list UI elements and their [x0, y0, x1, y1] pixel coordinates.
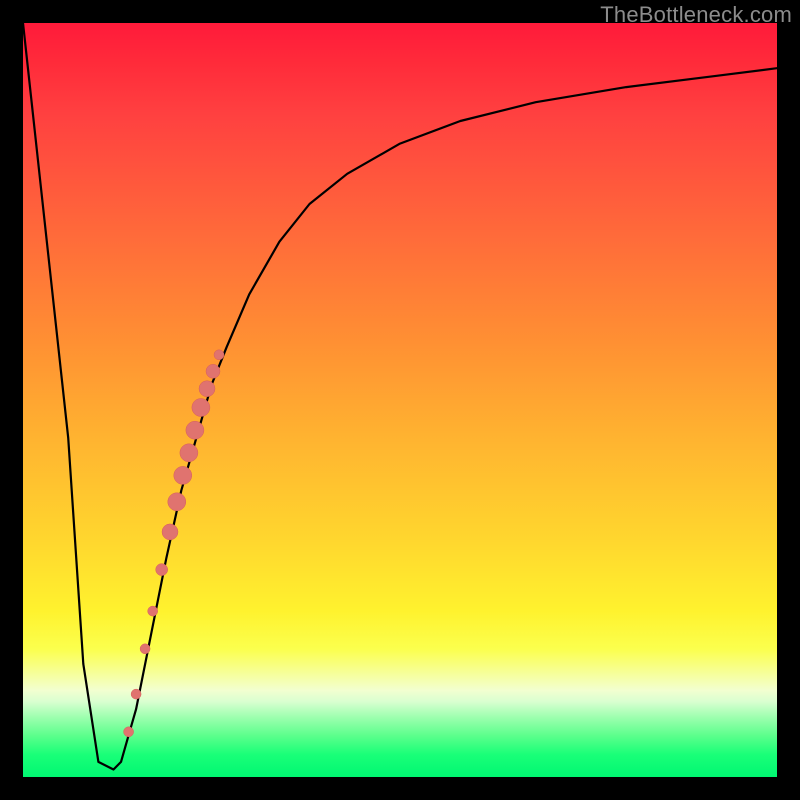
highlight-dot: [180, 444, 198, 462]
highlight-dot: [140, 644, 150, 654]
highlight-dot: [131, 689, 141, 699]
highlight-dot: [156, 564, 168, 576]
highlight-dots: [124, 350, 224, 737]
highlight-dot: [148, 606, 158, 616]
highlight-dot: [199, 381, 215, 397]
plot-area: [23, 23, 777, 777]
bottleneck-curve: [23, 23, 777, 770]
highlight-dot: [162, 524, 178, 540]
highlight-dot: [192, 399, 210, 417]
curve-layer: [23, 23, 777, 777]
highlight-dot: [124, 727, 134, 737]
highlight-dot: [168, 493, 186, 511]
watermark-text: TheBottleneck.com: [600, 2, 792, 28]
chart-frame: TheBottleneck.com: [0, 0, 800, 800]
highlight-dot: [186, 421, 204, 439]
highlight-dot: [174, 466, 192, 484]
highlight-dot: [214, 350, 224, 360]
highlight-dot: [206, 364, 220, 378]
